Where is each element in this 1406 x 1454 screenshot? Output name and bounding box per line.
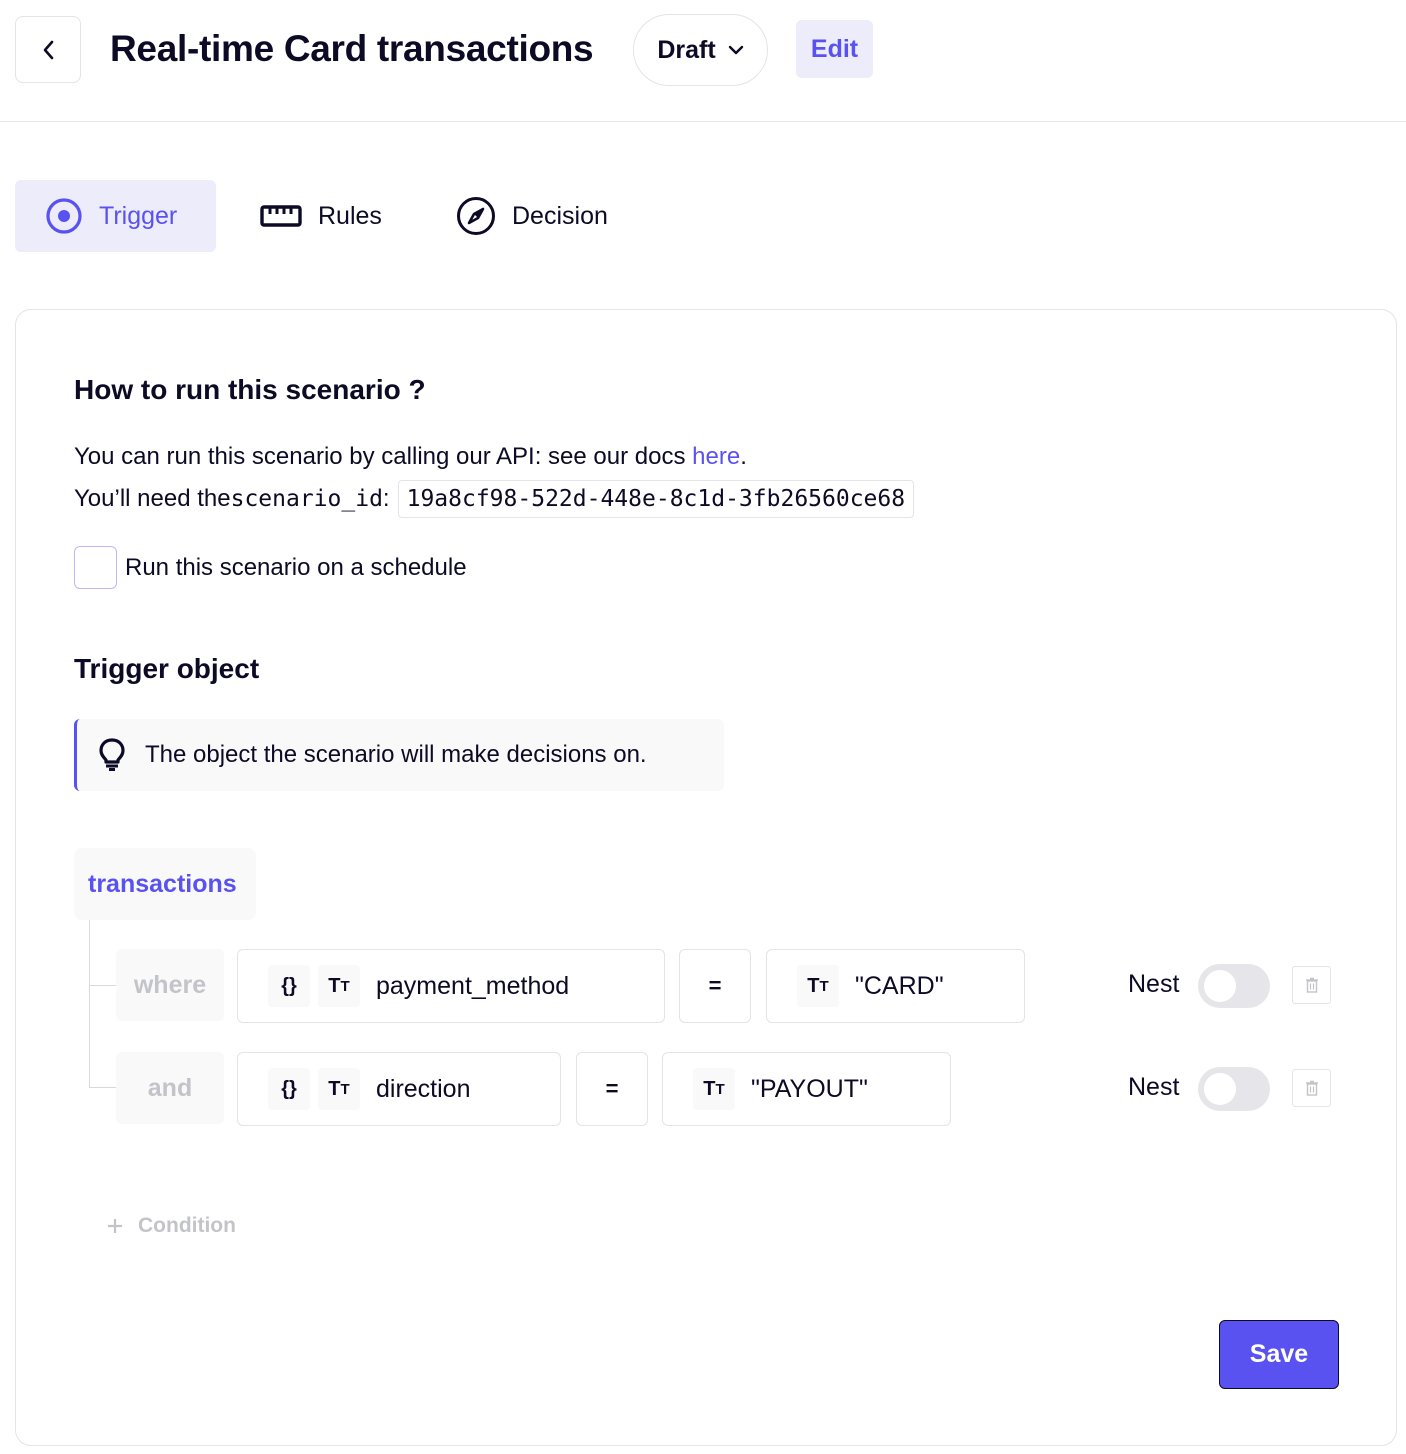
compass-icon: [457, 197, 495, 235]
scenario-id-prefix: You’ll need the: [74, 485, 231, 512]
condition-value: "CARD": [855, 971, 944, 1000]
ruler-icon: [260, 205, 302, 227]
text-type-icon: TT: [318, 965, 360, 1007]
page-header: Real-time Card transactions Draft Edit: [0, 0, 1406, 122]
trigger-object-name[interactable]: transactions: [74, 848, 256, 920]
trigger-section-title: Trigger object: [74, 653, 260, 684]
braces-icon: {}: [268, 965, 310, 1007]
scenario-id-colon: :: [382, 485, 390, 512]
condition-value-input[interactable]: TT "PAYOUT": [662, 1052, 951, 1126]
schedule-option: Run this scenario on a schedule: [74, 546, 467, 589]
schedule-checkbox[interactable]: [74, 546, 117, 589]
text-type-icon: TT: [318, 1068, 360, 1110]
delete-condition-button[interactable]: [1292, 966, 1331, 1004]
condition-operator-label: and: [116, 1052, 224, 1124]
tree-branch: [89, 985, 117, 986]
tab-decision[interactable]: Decision: [436, 180, 608, 252]
nest-toggle[interactable]: [1198, 964, 1270, 1008]
schedule-label[interactable]: Run this scenario on a schedule: [125, 554, 467, 582]
api-docs-suffix: .: [740, 443, 747, 470]
nest-label: Nest: [1128, 1073, 1180, 1101]
scenario-id-code: scenario_id: [230, 486, 383, 512]
docs-link[interactable]: here: [692, 443, 740, 470]
lightbulb-icon: [99, 738, 125, 771]
tab-label: Trigger: [99, 201, 178, 230]
run-section-title: How to run this scenario ?: [74, 374, 426, 405]
tab-trigger[interactable]: Trigger: [15, 180, 216, 252]
api-docs-prefix: You can run this scenario by calling our…: [74, 443, 693, 470]
delete-condition-button[interactable]: [1292, 1069, 1331, 1107]
condition-value-input[interactable]: TT "CARD": [766, 949, 1025, 1023]
callout-text: The object the scenario will make decisi…: [145, 741, 647, 768]
target-icon: [46, 198, 82, 234]
tab-label: Decision: [512, 201, 608, 230]
status-dropdown[interactable]: Draft: [633, 14, 768, 86]
condition-value: "PAYOUT": [751, 1074, 868, 1103]
edit-button[interactable]: Edit: [796, 20, 873, 78]
comparator-select[interactable]: =: [576, 1052, 648, 1126]
nest-label: Nest: [1128, 970, 1180, 998]
condition-field-select[interactable]: {} TT direction: [237, 1052, 561, 1126]
tree-branch: [89, 1087, 117, 1088]
tab-rules[interactable]: Rules: [240, 180, 382, 252]
trigger-card: How to run this scenario ? You can run t…: [15, 309, 1397, 1446]
page-title: Real-time Card transactions: [110, 28, 594, 69]
nest-toggle[interactable]: [1198, 1067, 1270, 1111]
scenario-id-value[interactable]: 19a8cf98-522d-448e-8c1d-3fb26560ce68: [397, 480, 915, 518]
chevron-left-icon: [43, 40, 54, 59]
condition-field-name: direction: [376, 1074, 471, 1103]
condition-operator-label: where: [116, 949, 224, 1021]
trash-icon: [1305, 1080, 1318, 1096]
save-button[interactable]: Save: [1219, 1320, 1339, 1389]
trash-icon: [1305, 977, 1318, 993]
tree-connector: [89, 920, 90, 1088]
api-docs-text: You can run this scenario by calling our…: [74, 443, 747, 471]
braces-icon: {}: [268, 1068, 310, 1110]
comparator-select[interactable]: =: [679, 949, 751, 1023]
plus-icon: [108, 1219, 122, 1233]
tab-label: Rules: [318, 201, 382, 230]
info-callout: The object the scenario will make decisi…: [74, 719, 724, 791]
condition-field-select[interactable]: {} TT payment_method: [237, 949, 665, 1023]
add-condition-label: Condition: [138, 1214, 236, 1237]
condition-field-name: payment_method: [376, 971, 570, 1000]
add-condition-button[interactable]: Condition: [106, 1214, 236, 1238]
scenario-id-text: You’ll need the scenario_id : 19a8cf98-5…: [74, 480, 915, 518]
text-type-icon: TT: [797, 965, 839, 1007]
status-value: Draft: [657, 35, 716, 64]
text-type-icon: TT: [693, 1068, 735, 1110]
chevron-down-icon: [728, 45, 743, 55]
back-button[interactable]: [15, 16, 81, 83]
